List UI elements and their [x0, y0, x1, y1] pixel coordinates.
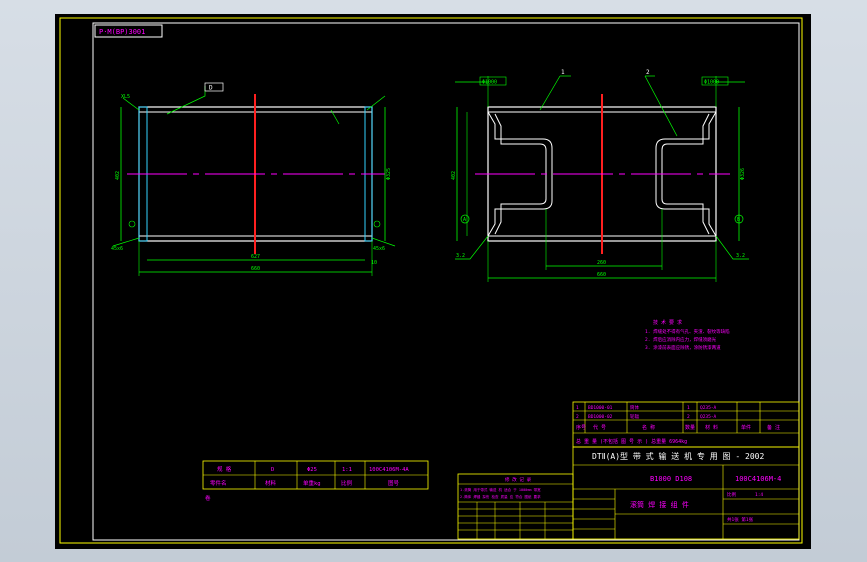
weld-label-br: 45x6 [373, 246, 385, 252]
stamp-r1c3: Φ25 [307, 467, 317, 473]
parts-h-mat: 材 料 [705, 424, 718, 431]
parts-h-no: 序号 [576, 424, 586, 431]
part-name: 滚筒 焊 接 组 件 [630, 500, 689, 509]
datum-leader [166, 86, 206, 115]
inner-border [92, 22, 800, 541]
weld-leader-bl [112, 237, 140, 247]
part2-leader [644, 75, 678, 137]
weld-symbol-right [373, 220, 381, 228]
stamp-r2c4: 比例 [341, 479, 353, 487]
parts-r1-no: 1 [576, 405, 579, 411]
drawing-canvas[interactable]: P·M(BP)3001 660 627 10 402 Φ325 D XL5 45… [55, 14, 811, 549]
revision-row-1: 1.滚筒 用于带式 输送 机 适合 于 1000mm 带宽 [460, 487, 541, 492]
right-end-dim-text: 10 [371, 260, 377, 266]
stamp-r1c2: D [271, 467, 274, 473]
overall-dim-text: 660 [251, 266, 260, 272]
parts-h-name: 名 称 [642, 424, 655, 431]
project-title: DTⅡ(A)型 带 式 输 送 机 专 用 图 - 2002 [592, 451, 764, 461]
parts-r1-qty: 1 [687, 405, 690, 411]
note-line-1: 1. 焊缝处不得有气孔、夹渣、裂纹等缺陷 [645, 328, 730, 335]
stamp-r1c5: 100C4106M-4A [369, 467, 409, 473]
scale-label: 比例 [727, 491, 736, 498]
stamp-r2c3: 单重kg [303, 479, 321, 487]
datum-box [204, 82, 224, 92]
inner-dim-text: 627 [251, 254, 260, 260]
outer-border [59, 17, 803, 544]
weld-leader-tr [366, 95, 386, 111]
parts-r2-qty: 2 [687, 414, 690, 420]
weld-label-bl: 45x6 [111, 246, 123, 252]
stamp-r2c2: 材料 [265, 479, 277, 487]
part1-leader [539, 75, 561, 111]
parts-r2-no: 2 [576, 414, 579, 420]
stamp-r1c1: 规 格 [217, 465, 232, 473]
parts-h-code: 代 号 [593, 424, 606, 431]
revision-row-2: 2.筒体 焊缝 探伤 检查 质量 应 符合 图纸 要求 [460, 494, 541, 499]
parts-r1-name: 筒体 [630, 404, 639, 411]
top-right-dim-text: Φ1000 [704, 80, 719, 86]
part1-label: 1 [561, 69, 565, 76]
inner-dim-text-right: 260 [597, 260, 606, 266]
notes-title: 技 术 要 求 [653, 319, 682, 326]
parts-h-remark: 备 注 [767, 424, 780, 431]
note-line-3: 3. 涂漆前表面应除锈，涂防锈漆两道 [645, 344, 721, 351]
label-br-right: 3.2 [736, 253, 745, 259]
stamp-table: 规 格 D Φ25 1:1 100C4106M-4A 零件名 材料 单重kg 比… [202, 460, 429, 502]
left-height-text-right: 402 [451, 171, 457, 180]
weld-leader-br [371, 237, 396, 247]
cad-drawing-viewport[interactable]: P·M(BP)3001 660 627 10 402 Φ325 D XL5 45… [55, 14, 811, 549]
parts-total-row: 总 重 量 (不包括 图 号 示 ) 总重量 6964kg [576, 438, 687, 445]
left-view[interactable]: 660 627 10 402 Φ325 D XL5 45x6 45x6 [111, 82, 396, 276]
parts-h-qty: 数量 [685, 424, 695, 431]
datum-label-a: A [463, 217, 466, 223]
stamp-r1c4: 1:1 [342, 467, 352, 473]
revision-table: 修 改 记 录 1.滚筒 用于带式 输送 机 适合 于 1000mm 带宽 2.… [457, 473, 574, 540]
weld-label-tl: XL5 [121, 94, 130, 100]
title-block: DTⅡ(A)型 带 式 输 送 机 专 用 图 - 2002 B1000 D10… [572, 446, 800, 540]
datum-tag: D [209, 85, 213, 92]
parts-r2-code: BD1000-02 [588, 414, 613, 420]
technical-notes: 技 术 要 求 1. 焊缝处不得有气孔、夹渣、裂纹等缺陷 2. 焊后应消除内应力… [645, 319, 730, 351]
label-bl-right: 3.2 [456, 253, 465, 259]
parts-r2-name: 轮辐 [630, 413, 639, 420]
scale-value: 1:4 [755, 492, 763, 498]
right-dia-text-right: Φ326 [740, 168, 746, 180]
left-height-dim-text: 402 [115, 171, 121, 180]
stamp-mark: 卷 [205, 494, 211, 502]
stamp-r2c5: 图号 [388, 479, 400, 487]
parts-table: 1 BD1000-01 筒体 1 Q235-A 2 BD1000-02 轮辐 2… [572, 401, 800, 448]
parts-r1-code: BD1000-01 [588, 405, 613, 411]
parts-h-unit: 单件 [741, 424, 751, 431]
stamp-r2c1: 零件名 [210, 479, 227, 487]
overall-dim-text-right: 660 [597, 272, 606, 278]
right-view[interactable]: Φ1000 Φ1000 1 2 660 260 402 Φ326 A B 3.2 [451, 69, 749, 282]
part2-label: 2 [646, 69, 650, 76]
parts-r2-mat: Q235-A [700, 414, 717, 420]
revision-title: 修 改 记 录 [505, 476, 532, 483]
parts-r1-mat: Q235-A [700, 405, 717, 411]
datum-label-b: B [737, 217, 740, 223]
sheet-info: 共1张 第1张 [727, 516, 754, 523]
weld-symbol-left [128, 220, 136, 228]
part-code: 100C4106M-4 [735, 475, 781, 483]
drawing-code-label: P·M(BP)3001 [99, 28, 145, 36]
note-line-2: 2. 焊后应消除内应力，焊缝须磨光 [645, 336, 717, 343]
top-left-dim-text: Φ1000 [482, 80, 497, 86]
right-dia-dim-text: Φ325 [386, 168, 392, 180]
drawing-number: B1000 D108 [650, 475, 692, 483]
